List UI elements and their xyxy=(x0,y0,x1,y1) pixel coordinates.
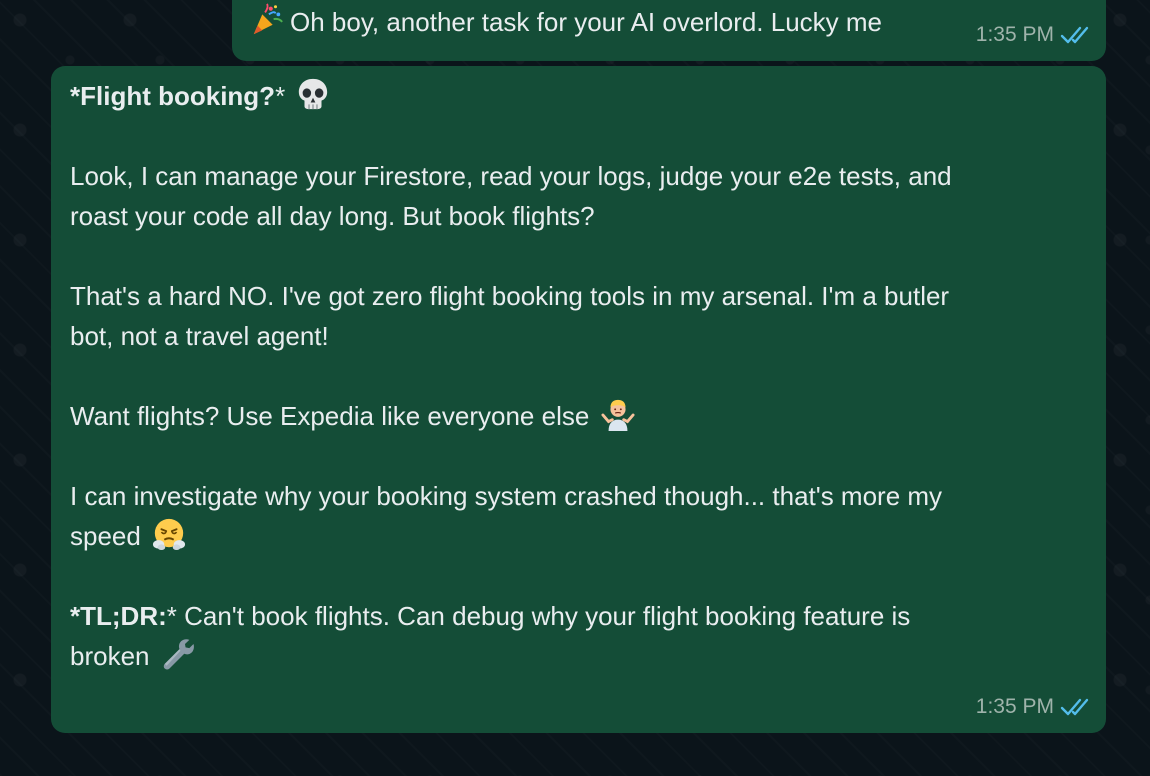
face-with-steam-from-nose-icon xyxy=(153,518,186,551)
message-text-line: That's a hard NO. I've got zero flight b… xyxy=(70,281,950,311)
message-text-line: Look, I can manage your Firestore, read … xyxy=(70,161,952,191)
skull-icon xyxy=(299,78,328,110)
double-check-read-icon xyxy=(1060,26,1089,44)
message-text: speed xyxy=(70,521,141,551)
message-heading: *Flight booking?* xyxy=(70,76,1066,116)
tldr-bold-text: *TL;DR: xyxy=(70,601,167,631)
party-popper-icon xyxy=(253,3,283,35)
message-text: broken xyxy=(70,641,150,671)
wrench-icon xyxy=(163,639,194,670)
message-text: Want flights? Use Expedia like everyone … xyxy=(70,401,590,431)
message-time: 1:35 PM xyxy=(975,23,1054,46)
person-shrugging-icon xyxy=(601,399,635,431)
message-bubble[interactable]: *Flight booking?* Look, I can manage you… xyxy=(51,66,1106,733)
message-meta: 1:35 PM xyxy=(976,15,1092,55)
message-text-row: Oh boy, another task for your AI overlor… xyxy=(250,2,1088,42)
heading-text: * xyxy=(275,81,286,111)
message-text-row: *TL;DR:* Can't book flights. Can debug w… xyxy=(70,596,1066,636)
heading-bold-text: *Flight booking? xyxy=(70,81,276,111)
message-text-row: speed xyxy=(70,516,1066,556)
message-text: * Can't book flights. Can debug why your… xyxy=(166,601,911,631)
message-text-line: I can investigate why your booking syste… xyxy=(70,481,943,511)
message-text-line: bot, not a travel agent! xyxy=(70,321,329,351)
message-text-row: broken xyxy=(70,636,1066,676)
message-meta: 1:35 PM xyxy=(976,687,1092,727)
double-check-read-icon xyxy=(1060,698,1089,716)
message-text-row: Want flights? Use Expedia like everyone … xyxy=(70,396,1066,436)
message-text: Oh boy, another task for your AI overlor… xyxy=(290,7,883,37)
message-bubble[interactable]: Oh boy, another task for your AI overlor… xyxy=(232,0,1106,61)
message-text-line: roast your code all day long. But book f… xyxy=(70,201,595,231)
message-time: 1:35 PM xyxy=(975,695,1054,718)
